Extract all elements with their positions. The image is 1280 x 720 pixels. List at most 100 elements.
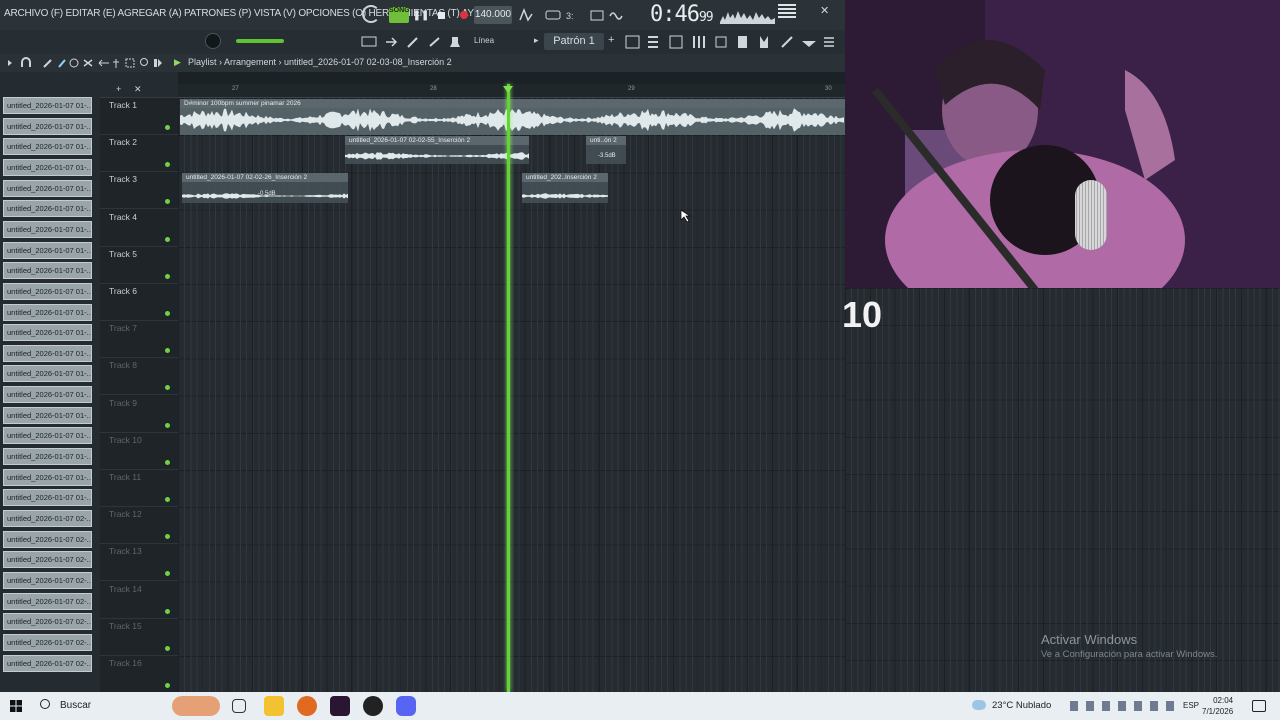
browser-item[interactable]: untitled_2026-01-07 01-... (3, 158, 92, 176)
browser-item[interactable]: untitled_2026-01-07 01-... (3, 262, 92, 280)
metronome-icon[interactable] (362, 5, 380, 23)
track-header[interactable]: Track 11 (100, 470, 178, 507)
tempo-display[interactable]: 140.000 (474, 6, 512, 24)
snap-selector[interactable]: Línea (474, 36, 494, 45)
browser-item[interactable]: untitled_2026-01-07 01-... (3, 303, 92, 321)
track-header[interactable]: Track 15 (100, 619, 178, 656)
track-header[interactable]: Track 6 (100, 284, 178, 321)
browser-item[interactable]: untitled_2026-01-07 02-... (3, 530, 92, 548)
pause-button[interactable]: ❚❚ (412, 6, 430, 24)
track-header[interactable]: Track 9 (100, 396, 178, 433)
browser-item[interactable]: untitled_2026-01-07 01-... (3, 241, 92, 259)
track-header[interactable]: Track 10 (100, 433, 178, 470)
track-header[interactable]: Track 3 (100, 172, 178, 210)
track-header[interactable]: Track 4 (100, 210, 178, 247)
browser-app-icon[interactable] (297, 696, 317, 716)
track-header[interactable]: Track 5 (100, 247, 178, 284)
browser-item[interactable]: untitled_2026-01-07 01-... (3, 427, 92, 445)
track-header[interactable]: Track 12 (100, 507, 178, 545)
browser-item[interactable]: untitled_2026-01-07 01-... (3, 117, 92, 135)
browser-item[interactable]: untitled_2026-01-07 01-... (3, 179, 92, 197)
add-pattern-button[interactable]: + (608, 34, 614, 46)
track-mute-led[interactable] (165, 385, 170, 391)
browser-item[interactable]: untitled_2026-01-07 01-... (3, 138, 92, 156)
browser-item[interactable]: untitled_2026-01-07 01-... (3, 220, 92, 238)
track-mute-led[interactable] (165, 162, 170, 168)
track-header[interactable]: Track 13 (100, 544, 178, 582)
track-header[interactable]: Track 7 (100, 321, 178, 359)
track-header[interactable]: Track 2 (100, 135, 178, 173)
browser-item[interactable]: untitled_2026-01-07 01-... (3, 97, 92, 114)
track-header[interactable]: Track 16 (100, 656, 178, 693)
browser-item[interactable]: untitled_2026-01-07 02-... (3, 571, 92, 589)
audio-clip-track1[interactable]: D#minor 100bpm summer pinamar 2026 (180, 99, 845, 135)
task-view-icon[interactable] (232, 699, 246, 713)
search-highlight-icon[interactable] (172, 696, 220, 716)
stop-button[interactable] (432, 6, 450, 24)
track-header[interactable]: Track 1 (100, 98, 178, 135)
track-header[interactable]: Track 8 (100, 358, 178, 396)
track-mute-led[interactable] (165, 236, 170, 242)
browser-item[interactable]: untitled_2026-01-07 01-... (3, 468, 92, 486)
language-indicator[interactable]: ESP (1183, 701, 1199, 710)
add-track-icon[interactable]: + (116, 84, 121, 94)
file-explorer-icon[interactable] (264, 696, 284, 716)
fl-studio-icon[interactable] (330, 696, 350, 716)
browser-item[interactable]: untitled_2026-01-07 02-... (3, 633, 92, 651)
toolbar-icons-group[interactable]: 3: (518, 6, 628, 24)
track-mute-led[interactable] (165, 608, 170, 614)
chevron-right-icon[interactable]: ▸ (534, 35, 539, 46)
browser-item[interactable]: untitled_2026-01-07 01-... (3, 448, 92, 466)
browser-item[interactable]: untitled_2026-01-07 01-... (3, 386, 92, 404)
tool-icons-row[interactable] (360, 34, 470, 50)
track-mute-led[interactable] (165, 683, 170, 688)
browser-item[interactable]: untitled_2026-01-07 01-... (3, 282, 92, 300)
track-mute-led[interactable] (165, 645, 170, 651)
track-mute-led[interactable] (165, 459, 170, 465)
track-header[interactable]: Track 14 (100, 582, 178, 619)
playhead[interactable] (507, 84, 510, 692)
weather-text[interactable]: 23°C Nublado (992, 700, 1051, 711)
taskbar-search[interactable]: Buscar (32, 694, 168, 718)
browser-item[interactable]: untitled_2026-01-07 02-... (3, 592, 92, 610)
system-tray-icons[interactable] (1070, 701, 1178, 711)
notifications-icon[interactable] (1252, 700, 1266, 712)
browser-item[interactable]: untitled_2026-01-07 01-... (3, 406, 92, 424)
audio-clip-track2a[interactable]: untitled_2026-01-07 02-02-55_Inserción 2 (345, 136, 529, 164)
song-mode-button[interactable]: SONG (389, 7, 410, 23)
audio-clip-track3a[interactable]: untitled_2026-01-07 02-02-26_Inserción 2… (182, 173, 348, 203)
master-volume-slider[interactable] (236, 39, 284, 43)
track-mute-led[interactable] (165, 497, 170, 502)
window-icons-row[interactable] (624, 33, 839, 51)
record-button[interactable] (455, 6, 473, 24)
browser-item[interactable]: untitled_2026-01-07 02-... (3, 654, 92, 672)
master-pitch-knob[interactable] (205, 33, 221, 49)
obs-icon[interactable] (363, 696, 383, 716)
browser-item[interactable]: untitled_2026-01-07 01-... (3, 365, 92, 383)
track-mute-led[interactable] (165, 422, 170, 428)
playhead-marker[interactable] (503, 86, 513, 93)
discord-icon[interactable] (396, 696, 416, 716)
browser-item[interactable]: untitled_2026-01-07 01-... (3, 344, 92, 362)
track-mute-led[interactable] (165, 125, 170, 130)
audio-clip-track3b[interactable]: untitled_202..Inserción 2 (522, 173, 608, 203)
audio-clip-track2b[interactable]: unti..ón 2 -3.5dB (586, 136, 626, 164)
browser-item[interactable]: untitled_2026-01-07 02-... (3, 551, 92, 569)
browser-item[interactable]: untitled_2026-01-07 01-... (3, 324, 92, 342)
windows-start-icon[interactable] (10, 700, 22, 712)
close-icon[interactable]: ✕ (134, 84, 142, 95)
browser-item[interactable]: untitled_2026-01-07 02-... (3, 510, 92, 527)
track-mute-led[interactable] (165, 571, 170, 577)
window-close-icon[interactable]: ✕ (820, 4, 832, 17)
taskbar-clock[interactable]: 02:04 7/1/2026 (1202, 695, 1233, 717)
browser-item[interactable]: untitled_2026-01-07 01-... (3, 200, 92, 218)
track-mute-led[interactable] (165, 199, 170, 205)
browser-item[interactable]: untitled_2026-01-07 01-... (3, 489, 92, 507)
track-mute-led[interactable] (165, 311, 170, 316)
pattern-selector[interactable]: Patrón 1 (544, 33, 604, 50)
browser-item[interactable]: untitled_2026-01-07 02-... (3, 613, 92, 631)
track-mute-led[interactable] (165, 273, 170, 279)
playlist-play-icon[interactable]: ▶ (174, 57, 181, 68)
track-mute-led[interactable] (165, 534, 170, 540)
playlist-tools[interactable] (4, 56, 164, 70)
